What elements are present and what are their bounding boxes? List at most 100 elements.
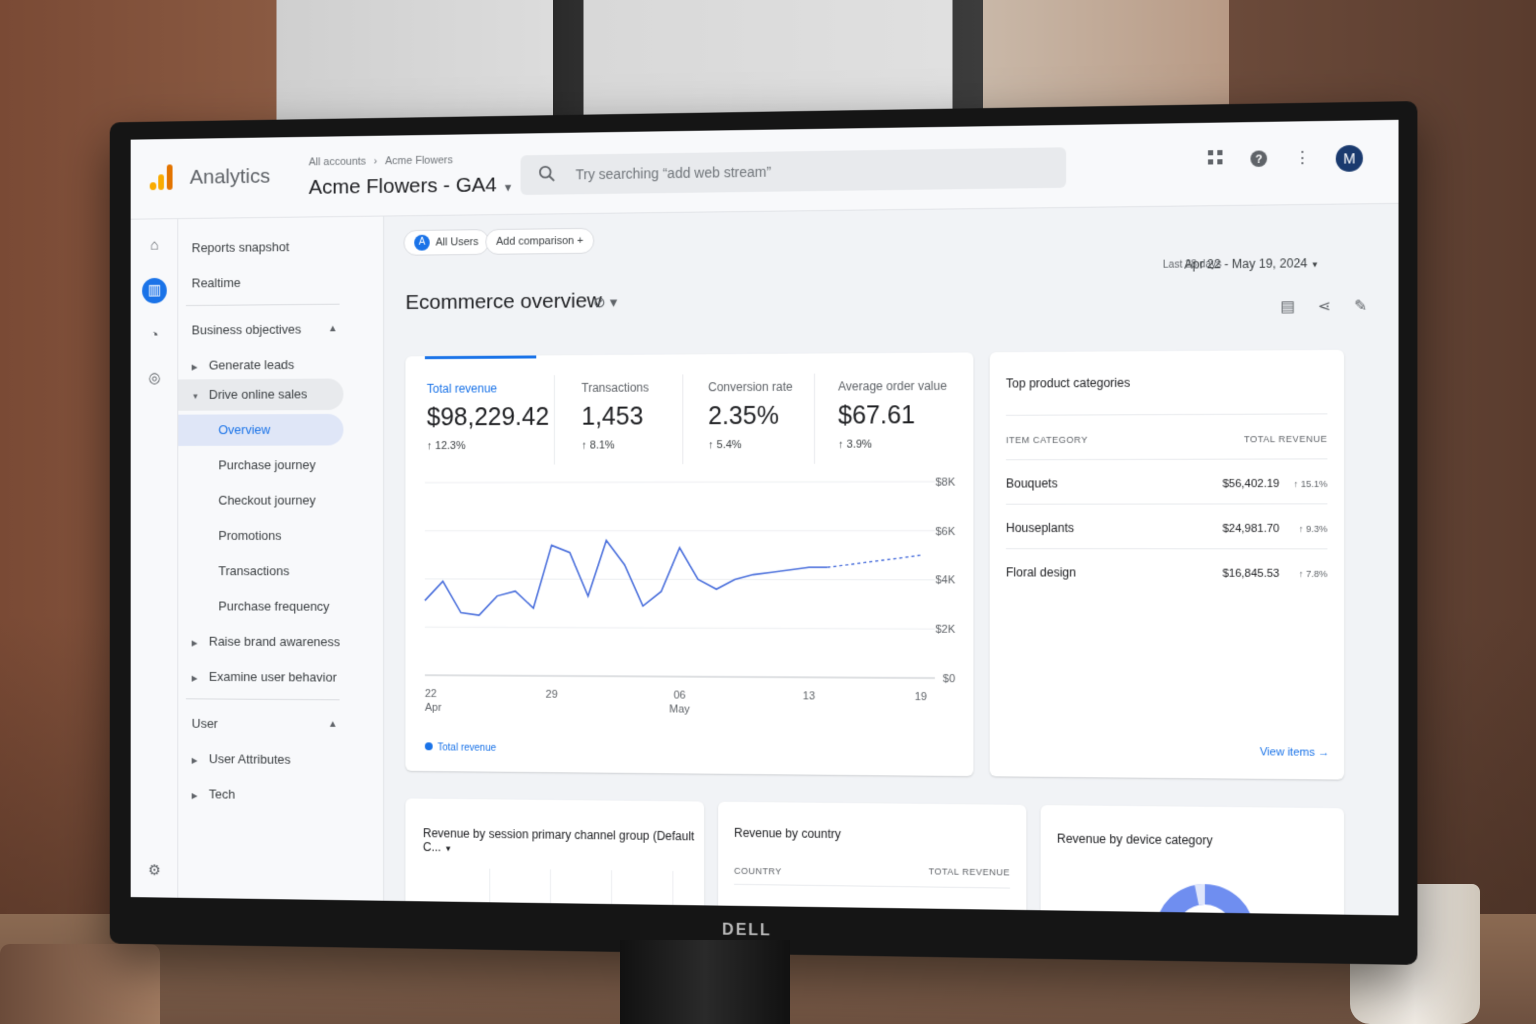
data-point[interactable] (459, 611, 463, 615)
data-point[interactable] (900, 556, 904, 560)
data-point[interactable] (807, 565, 811, 569)
kpi-label: Total revenue (426, 381, 498, 396)
search-bar[interactable]: Try searching “add web stream” (520, 147, 1067, 195)
data-point[interactable] (423, 599, 427, 603)
view-items-link[interactable]: View items → (1260, 746, 1330, 759)
nav-raise-brand-awareness[interactable]: ▶ Raise brand awareness (192, 634, 340, 649)
customize-report-icon[interactable]: ▤ (1280, 297, 1295, 315)
x-tick-label: 29 (546, 689, 558, 701)
explore-icon[interactable]: ◔ (142, 323, 167, 349)
segment-chip[interactable]: A All Users (403, 229, 490, 256)
gridline (611, 870, 613, 916)
divider (734, 883, 1011, 889)
advertising-icon[interactable]: ◎ (142, 366, 167, 392)
device-revenue-card: Revenue by device category (1040, 805, 1345, 916)
left-rail: ⌂ ▥ ◔ ◎ ⚙ (130, 219, 179, 898)
data-point[interactable] (659, 589, 663, 593)
property-selector[interactable]: Acme Flowers - GA4 ▼ (309, 173, 514, 199)
chevron-up-icon[interactable]: ▲ (328, 719, 338, 730)
data-point[interactable] (531, 606, 535, 610)
kpi-conversion-rate[interactable]: Conversion rate 2.35% ↑ 5.4% (708, 380, 793, 451)
nav-promotions[interactable]: Promotions (218, 528, 281, 543)
nav-drive-online-sales[interactable]: ▼ Drive online sales (192, 387, 308, 402)
top-bar-icons: ? ⋮ M (1205, 144, 1363, 174)
share-icon[interactable]: ⋖ (1318, 297, 1331, 315)
column-header-revenue[interactable]: TOTAL REVENUE (928, 866, 1010, 877)
data-point[interactable] (696, 577, 700, 581)
edit-pencil-icon[interactable]: ✎ (1354, 296, 1367, 315)
data-point[interactable] (641, 604, 645, 608)
nav-user-attributes[interactable]: ▶ User Attributes (192, 751, 291, 767)
nav-generate-leads[interactable]: ▶ Generate leads (192, 357, 295, 372)
data-point[interactable] (919, 553, 923, 557)
data-point[interactable] (678, 546, 682, 550)
breadcrumb-all-accounts[interactable]: All accounts (309, 156, 366, 169)
nav-checkout-journey[interactable]: Checkout journey (218, 493, 315, 508)
verified-dropdown-icon[interactable]: ⊘ ▾ (593, 293, 617, 311)
settings-icon[interactable]: ⚙ (142, 858, 167, 884)
kpi-average-order-value[interactable]: Average order value $67.61 ↑ 3.9% (838, 379, 947, 451)
card-title: Revenue by device category (1056, 831, 1213, 848)
help-icon[interactable]: ? (1248, 149, 1269, 170)
nav-overview[interactable]: Overview (218, 422, 270, 437)
data-point[interactable] (495, 594, 499, 598)
data-point[interactable] (441, 579, 445, 583)
breadcrumb-account[interactable]: Acme Flowers (385, 154, 453, 167)
gridline (550, 869, 551, 916)
kpi-transactions[interactable]: Transactions 1,453 ↑ 8.1% (581, 381, 648, 452)
nav-purchase-frequency[interactable]: Purchase frequency (218, 599, 329, 614)
table-row[interactable]: Houseplants $24,981.70 ↑ 9.3% (1005, 503, 1328, 549)
date-range-picker[interactable]: Apr 22 - May 19, 2024 ▼ (1184, 256, 1319, 272)
apps-grid-icon[interactable] (1205, 150, 1226, 171)
nav-examine-user-behavior[interactable]: ▶ Examine user behavior (192, 669, 337, 684)
data-point[interactable] (751, 573, 755, 577)
data-point[interactable] (863, 561, 867, 565)
y-tick-label: $4K (935, 575, 956, 587)
data-point[interactable] (513, 589, 517, 593)
nav-label: User Attributes (208, 751, 291, 767)
more-vert-icon[interactable]: ⋮ (1292, 149, 1313, 170)
analytics-logo-icon[interactable] (149, 164, 175, 191)
search-placeholder: Try searching “add web stream” (575, 163, 772, 183)
data-point[interactable] (623, 563, 627, 567)
reports-icon[interactable]: ▥ (142, 277, 167, 304)
kpi-total-revenue[interactable]: Total revenue $98,229.42 ↑ 12.3% (427, 381, 549, 452)
y-tick-label: $8K (935, 476, 956, 488)
data-point[interactable] (550, 543, 554, 547)
kpi-label: Conversion rate (708, 379, 793, 395)
kpi-delta: ↑ 3.9% (838, 438, 872, 451)
home-icon[interactable]: ⌂ (142, 233, 167, 259)
avatar[interactable]: M (1335, 144, 1363, 172)
data-point[interactable] (477, 613, 481, 617)
column-header-country[interactable]: COUNTRY (734, 866, 782, 877)
data-point[interactable] (586, 594, 590, 598)
nav-section-user[interactable]: User (192, 716, 218, 731)
add-comparison-button[interactable]: Add comparison + (485, 227, 595, 255)
legend-dot (424, 742, 433, 751)
nav-transactions[interactable]: Transactions (218, 563, 289, 578)
data-point[interactable] (714, 587, 718, 591)
data-point[interactable] (604, 538, 608, 542)
nav-section-business-objectives[interactable]: Business objectives (192, 322, 302, 338)
nav-purchase-journey[interactable]: Purchase journey (218, 457, 315, 472)
nav-reports-snapshot[interactable]: Reports snapshot (192, 239, 290, 255)
table-row[interactable]: Bouquets $56,402.19 ↑ 15.1% (1005, 458, 1328, 504)
data-point[interactable] (770, 570, 774, 574)
column-header-revenue[interactable]: TOTAL REVENUE (1244, 434, 1328, 445)
card-title[interactable]: Revenue by session primary channel group… (423, 826, 704, 857)
channel-revenue-card: Revenue by session primary channel group… (405, 798, 705, 916)
data-point[interactable] (844, 563, 848, 567)
column-header-category[interactable]: ITEM CATEGORY (1006, 435, 1088, 445)
kpi-divider (682, 374, 684, 465)
nav-tech[interactable]: ▶ Tech (192, 786, 235, 802)
nav-realtime[interactable]: Realtime (192, 275, 241, 290)
data-point[interactable] (825, 565, 829, 569)
data-point[interactable] (788, 568, 792, 572)
table-row[interactable]: Floral design $16,845.53 ↑ 7.8% (1005, 548, 1328, 594)
data-point[interactable] (881, 558, 885, 562)
chevron-up-icon[interactable]: ▲ (328, 323, 338, 334)
data-point[interactable] (733, 577, 737, 581)
active-tab-indicator (424, 355, 537, 360)
y-tick-label: $2K (935, 624, 956, 636)
data-point[interactable] (568, 551, 572, 555)
